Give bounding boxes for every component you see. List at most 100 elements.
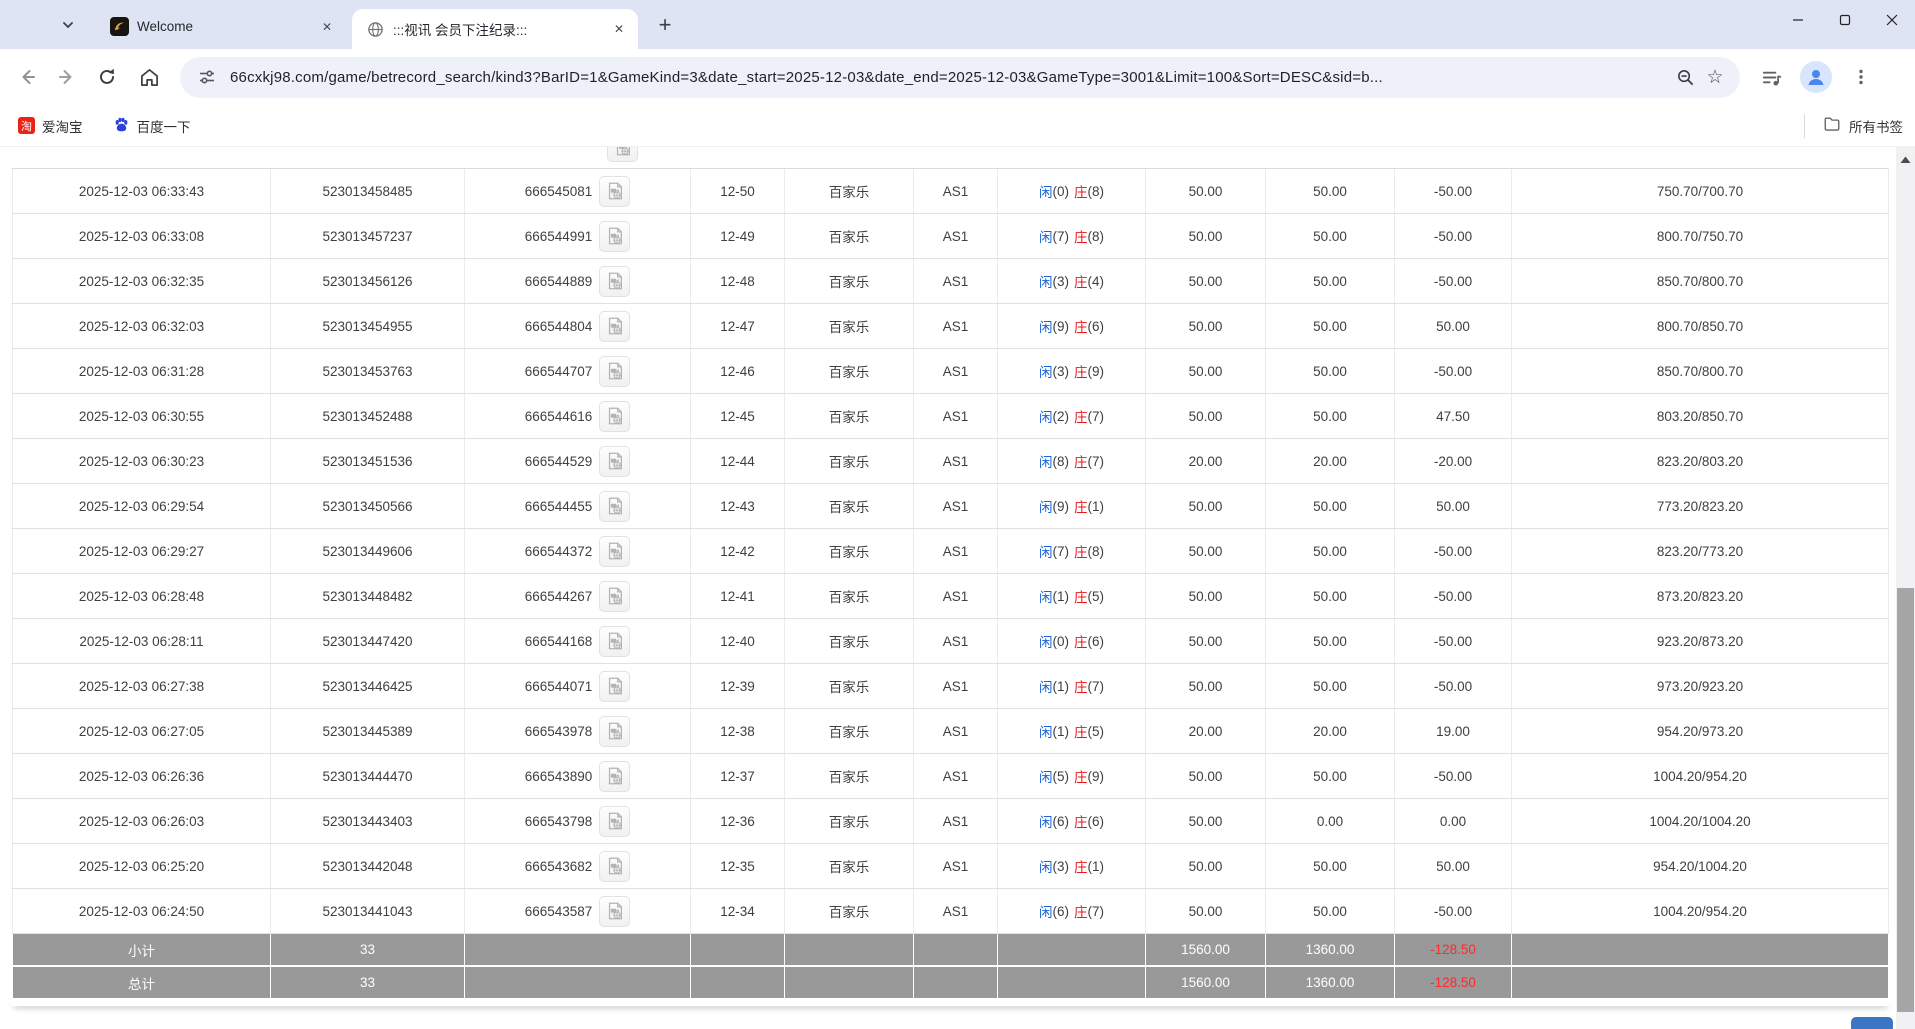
table-row: 2025-12-03 06:28:11523013447420666544168…: [12, 619, 1889, 664]
video-replay-button[interactable]: [599, 356, 630, 387]
cell-round: 12-42: [691, 529, 785, 573]
site-settings-icon[interactable]: [192, 62, 222, 92]
video-replay-button[interactable]: [599, 401, 630, 432]
table-row: 2025-12-03 06:32:03523013454955666544804…: [12, 304, 1889, 349]
table-row: 2025-12-03 06:29:27523013449606666544372…: [12, 529, 1889, 574]
banker-score: (7): [1088, 679, 1105, 694]
maximize-button[interactable]: [1821, 0, 1868, 40]
game-id: 666544372: [525, 544, 593, 559]
cell-bet-id: 523013454955: [271, 304, 465, 348]
cell-game-name: 百家乐: [785, 889, 914, 933]
video-replay-button[interactable]: [599, 626, 630, 657]
video-replay-button[interactable]: [599, 491, 630, 522]
bottom-right-button[interactable]: [1851, 1017, 1893, 1029]
video-replay-button[interactable]: [599, 671, 630, 702]
cell-game-name: 百家乐: [785, 619, 914, 663]
tab-close-icon[interactable]: ✕: [610, 20, 628, 38]
sum-cell: 33: [271, 934, 465, 965]
cell-game-id: 666544529: [465, 439, 691, 483]
player-score: (2): [1053, 409, 1070, 424]
cell-result: -50.00: [1395, 619, 1512, 663]
cell-game-id: 666544372: [465, 529, 691, 573]
forward-icon[interactable]: [50, 60, 84, 94]
tab-close-icon[interactable]: ✕: [318, 18, 336, 36]
cell-bet-id: 523013452488: [271, 394, 465, 438]
cell-bet-id: 523013453763: [271, 349, 465, 393]
tab-welcome[interactable]: Welcome ✕: [96, 8, 346, 45]
cell-valid-amount: 50.00: [1266, 619, 1395, 663]
media-controls-icon[interactable]: [1754, 60, 1788, 94]
cell-round: 12-35: [691, 844, 785, 888]
scroll-up-icon[interactable]: [1896, 151, 1915, 169]
cell-bet-detail: 闲(5)庄(9): [998, 754, 1146, 798]
profile-avatar-icon[interactable]: [1800, 61, 1832, 93]
video-replay-button[interactable]: [599, 536, 630, 567]
video-replay-button[interactable]: [599, 806, 630, 837]
tab-search-chevron-icon[interactable]: [52, 9, 84, 41]
subtotal-row: 小计331560.001360.00-128.50: [12, 934, 1889, 965]
sum-cell: [691, 967, 785, 998]
bookmark-baidu[interactable]: 百度一下: [113, 116, 191, 136]
banker-label: 庄: [1074, 451, 1088, 471]
player-label: 闲: [1039, 181, 1053, 201]
video-replay-button[interactable]: [599, 896, 630, 927]
video-replay-button[interactable]: [599, 221, 630, 252]
cell-game-name: 百家乐: [785, 439, 914, 483]
welcome-tab-favicon: [110, 17, 129, 36]
banker-label: 庄: [1074, 721, 1088, 741]
player-label: 闲: [1039, 631, 1053, 651]
banker-label: 庄: [1074, 676, 1088, 696]
player-score: (8): [1053, 454, 1070, 469]
video-replay-button[interactable]: [599, 761, 630, 792]
video-replay-button[interactable]: [599, 851, 630, 882]
tab-title: Welcome: [137, 19, 310, 34]
all-bookmarks[interactable]: 所有书签: [1804, 105, 1903, 147]
new-tab-button[interactable]: +: [650, 10, 680, 40]
zoom-out-icon[interactable]: [1670, 62, 1700, 92]
scrollbar-thumb[interactable]: [1897, 588, 1914, 1012]
back-icon[interactable]: [10, 60, 44, 94]
cell-balance: 803.20/850.70: [1512, 394, 1889, 438]
cell-round: 12-47: [691, 304, 785, 348]
tab-betrecord[interactable]: :::视讯 会员下注纪录::: ✕: [352, 9, 638, 49]
player-label: 闲: [1039, 361, 1053, 381]
address-bar[interactable]: 66cxkj98.com/game/betrecord_search/kind3…: [180, 57, 1740, 98]
bookmark-star-icon[interactable]: ☆: [1700, 62, 1730, 92]
banker-score: (9): [1088, 769, 1105, 784]
game-id: 666544071: [525, 679, 593, 694]
cell-game-id: 666544991: [465, 214, 691, 258]
video-replay-button[interactable]: [599, 716, 630, 747]
cell-game-name: 百家乐: [785, 394, 914, 438]
player-score: (0): [1053, 184, 1070, 199]
cell-bet-detail: 闲(6)庄(6): [998, 799, 1146, 843]
home-icon[interactable]: [132, 60, 166, 94]
cell-bet-amount: 20.00: [1146, 709, 1266, 753]
menu-dots-icon[interactable]: [1844, 60, 1878, 94]
sum-cell: [914, 934, 998, 965]
banker-label: 庄: [1074, 181, 1088, 201]
player-label: 闲: [1039, 541, 1053, 561]
bookmark-taobao[interactable]: 淘 爱淘宝: [18, 116, 83, 136]
refresh-icon[interactable]: [90, 60, 124, 94]
video-replay-button[interactable]: [599, 311, 630, 342]
minimize-button[interactable]: [1774, 0, 1821, 40]
video-replay-button[interactable]: [599, 581, 630, 612]
cell-result: 50.00: [1395, 484, 1512, 528]
cell-result: 0.00: [1395, 799, 1512, 843]
scrollbar[interactable]: [1896, 147, 1915, 1029]
cell-round: 12-39: [691, 664, 785, 708]
sum-cell: [998, 967, 1146, 998]
video-replay-button[interactable]: [607, 147, 638, 162]
url-text[interactable]: 66cxkj98.com/game/betrecord_search/kind3…: [230, 69, 1670, 86]
cell-table: AS1: [914, 529, 998, 573]
banker-score: (7): [1088, 454, 1105, 469]
cell-time: 2025-12-03 06:29:54: [12, 484, 271, 528]
video-replay-button[interactable]: [599, 266, 630, 297]
tab-bar: Welcome ✕ :::视讯 会员下注纪录::: ✕ +: [0, 0, 1915, 49]
cell-bet-detail: 闲(3)庄(4): [998, 259, 1146, 303]
cell-bet-id: 523013441043: [271, 889, 465, 933]
cell-game-name: 百家乐: [785, 304, 914, 348]
video-replay-button[interactable]: [599, 446, 630, 477]
close-button[interactable]: [1868, 0, 1915, 40]
video-replay-button[interactable]: [599, 176, 630, 207]
